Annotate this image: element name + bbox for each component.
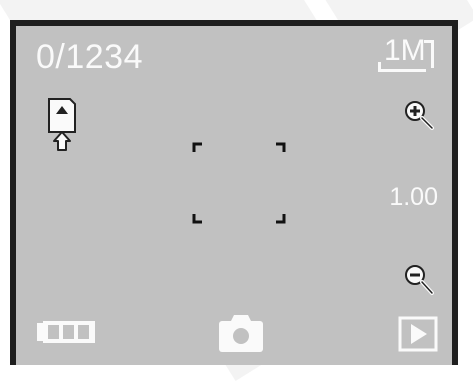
- zoom-in-icon[interactable]: [402, 98, 436, 132]
- camera-icon[interactable]: [218, 313, 264, 353]
- shot-counter: 0/1234: [36, 38, 143, 76]
- play-icon[interactable]: [398, 316, 438, 352]
- focus-frame-icon: [192, 142, 286, 224]
- zoom-out-icon[interactable]: [402, 262, 436, 298]
- image-size-icon-bottom: [378, 62, 426, 72]
- zoom-level: 1.00: [389, 183, 438, 211]
- battery-icon: [37, 321, 95, 343]
- sd-card-icon: [48, 98, 76, 151]
- camera-viewfinder-screen: 0/1234 1M 1.00: [10, 20, 458, 365]
- resolution-indicator[interactable]: 1M: [378, 34, 434, 74]
